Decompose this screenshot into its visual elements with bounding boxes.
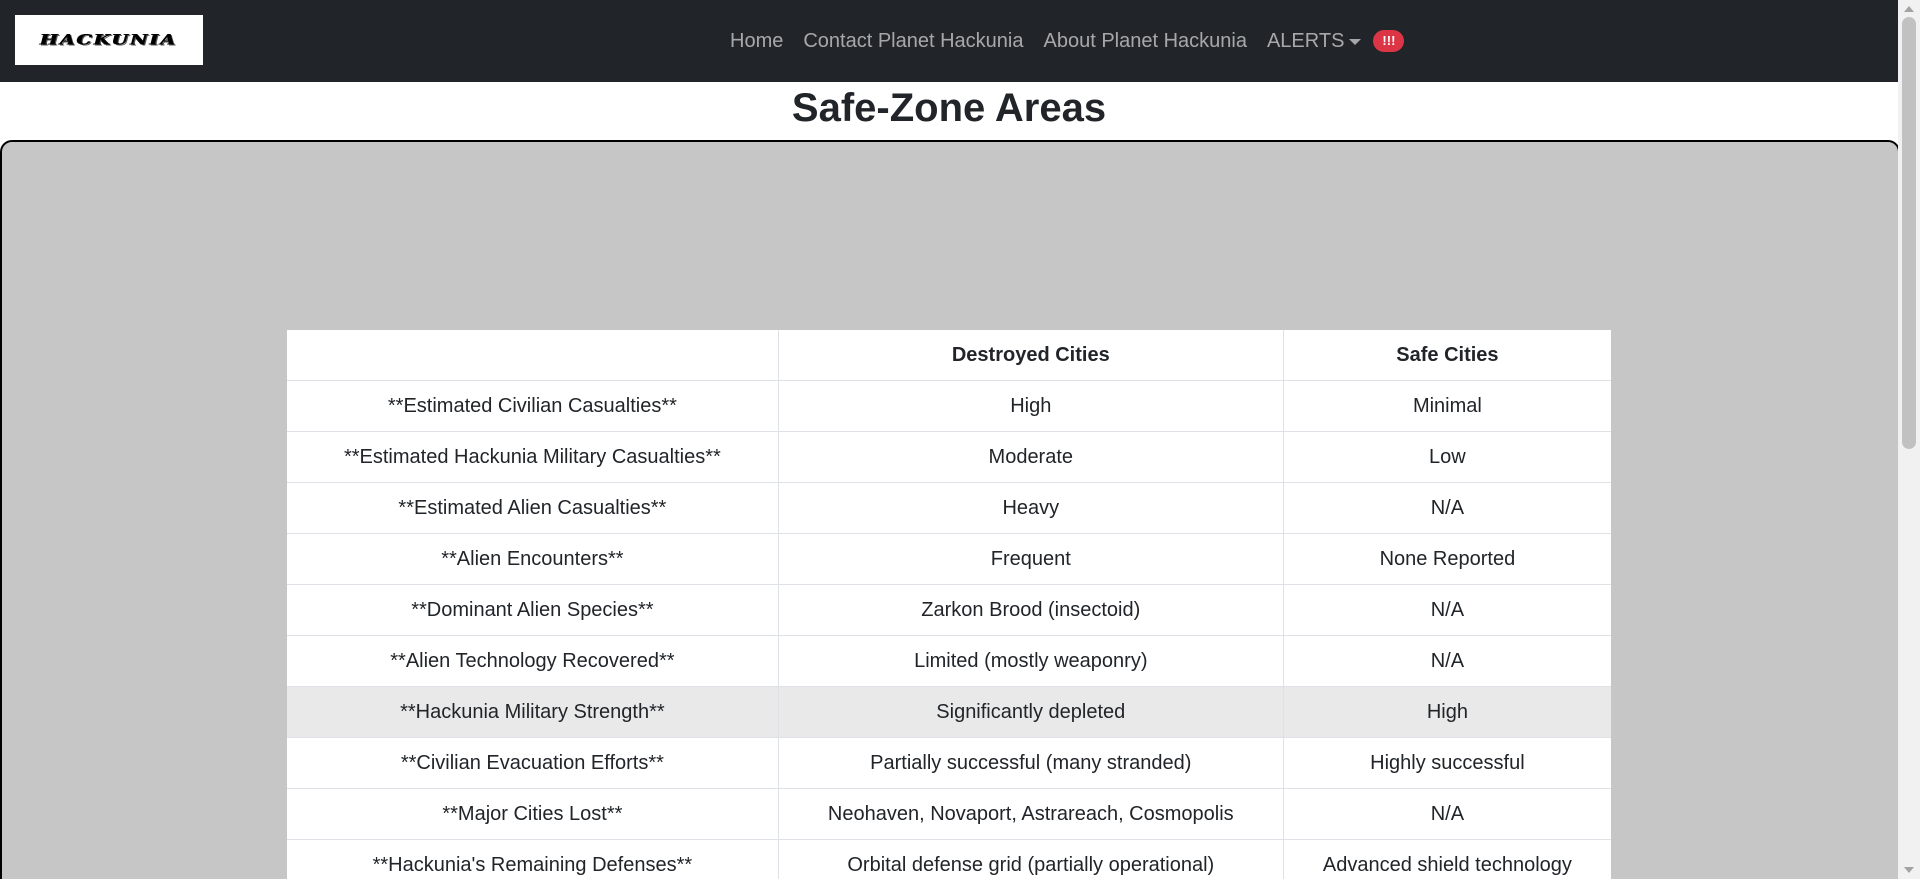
table-row: **Estimated Civilian Casualties** High M… xyxy=(287,380,1611,432)
logo-text: HACKUNIA xyxy=(40,31,178,49)
row-label: **Estimated Hackunia Military Casualties… xyxy=(287,431,779,483)
alerts-badge[interactable]: !!! xyxy=(1373,30,1405,52)
scroll-up-arrow-icon[interactable] xyxy=(1904,6,1914,12)
scroll-down-arrow-icon[interactable] xyxy=(1904,867,1914,873)
table-row: **Estimated Hackunia Military Casualties… xyxy=(287,431,1611,483)
nav-link-home[interactable]: Home xyxy=(722,30,793,53)
destroyed-cities-cell: Zarkon Brood (insectoid) xyxy=(777,584,1284,636)
safe-cities-cell: Highly successful xyxy=(1282,737,1611,789)
destroyed-cities-cell: Neohaven, Novaport, Astrareach, Cosmopol… xyxy=(777,788,1284,840)
table-row: **Civilian Evacuation Efforts** Partiall… xyxy=(287,737,1611,789)
table-row: **Major Cities Lost** Neohaven, Novaport… xyxy=(287,788,1611,840)
destroyed-cities-cell: Orbital defense grid (partially operatio… xyxy=(777,839,1284,879)
navbar: HACKUNIA Home Contact Planet Hackunia Ab… xyxy=(0,0,1898,82)
destroyed-cities-cell: High xyxy=(777,380,1284,432)
page: HACKUNIA Home Contact Planet Hackunia Ab… xyxy=(0,0,1920,879)
comparison-table: Destroyed Cities Safe Cities **Estimated… xyxy=(287,330,1611,879)
nav-link-about[interactable]: About Planet Hackunia xyxy=(1034,30,1257,53)
destroyed-cities-cell: Limited (mostly weaponry) xyxy=(777,635,1284,687)
row-label: **Civilian Evacuation Efforts** xyxy=(287,737,779,789)
row-label: **Major Cities Lost** xyxy=(287,788,779,840)
safe-cities-cell: Advanced shield technology xyxy=(1282,839,1611,879)
table-header-row: Destroyed Cities Safe Cities xyxy=(287,330,1611,381)
alerts-label: ALERTS xyxy=(1266,29,1345,52)
logo[interactable]: HACKUNIA xyxy=(15,15,203,65)
safe-cities-cell: N/A xyxy=(1282,788,1611,840)
page-title: Safe-Zone Areas xyxy=(791,86,1107,130)
table-row: **Dominant Alien Species** Zarkon Brood … xyxy=(287,584,1611,636)
row-label: **Hackunia Military Strength** xyxy=(287,686,779,738)
header-empty-cell xyxy=(287,330,778,381)
scrollbar-thumb[interactable] xyxy=(1902,17,1916,449)
safe-cities-cell: High xyxy=(1282,686,1611,738)
nav-link-contact[interactable]: Contact Planet Hackunia xyxy=(793,30,1033,53)
table-row-highlighted: **Hackunia Military Strength** Significa… xyxy=(287,686,1611,738)
vertical-scrollbar[interactable] xyxy=(1898,0,1920,879)
row-label: **Estimated Civilian Casualties** xyxy=(287,380,779,432)
alerts-dropdown[interactable]: ALERTS xyxy=(1257,30,1371,53)
safe-cities-cell: Minimal xyxy=(1282,380,1611,432)
safe-cities-cell: None Reported xyxy=(1282,533,1611,585)
destroyed-cities-cell: Frequent xyxy=(777,533,1284,585)
row-label: **Alien Technology Recovered** xyxy=(287,635,779,687)
row-label: **Dominant Alien Species** xyxy=(287,584,779,636)
safe-cities-cell: Low xyxy=(1282,431,1611,483)
destroyed-cities-cell: Significantly depleted xyxy=(777,686,1284,738)
table-row: **Alien Encounters** Frequent None Repor… xyxy=(287,533,1611,585)
row-label: **Hackunia's Remaining Defenses** xyxy=(287,839,779,879)
destroyed-cities-cell: Heavy xyxy=(777,482,1284,534)
destroyed-cities-cell: Partially successful (many stranded) xyxy=(777,737,1284,789)
nav-links: Home Contact Planet Hackunia About Plane… xyxy=(722,0,1405,82)
header-destroyed-cities: Destroyed Cities xyxy=(777,330,1284,381)
table-row: **Alien Technology Recovered** Limited (… xyxy=(287,635,1611,687)
safe-cities-cell: N/A xyxy=(1282,635,1611,687)
header-safe-cities: Safe Cities xyxy=(1282,330,1611,381)
row-label: **Estimated Alien Casualties** xyxy=(287,482,779,534)
caret-down-icon xyxy=(1349,39,1362,45)
table-row: **Estimated Alien Casualties** Heavy N/A xyxy=(287,482,1611,534)
safe-cities-cell: N/A xyxy=(1282,584,1611,636)
destroyed-cities-cell: Moderate xyxy=(777,431,1284,483)
row-label: **Alien Encounters** xyxy=(287,533,779,585)
table-row: **Hackunia's Remaining Defenses** Orbita… xyxy=(287,839,1611,879)
safe-cities-cell: N/A xyxy=(1282,482,1611,534)
